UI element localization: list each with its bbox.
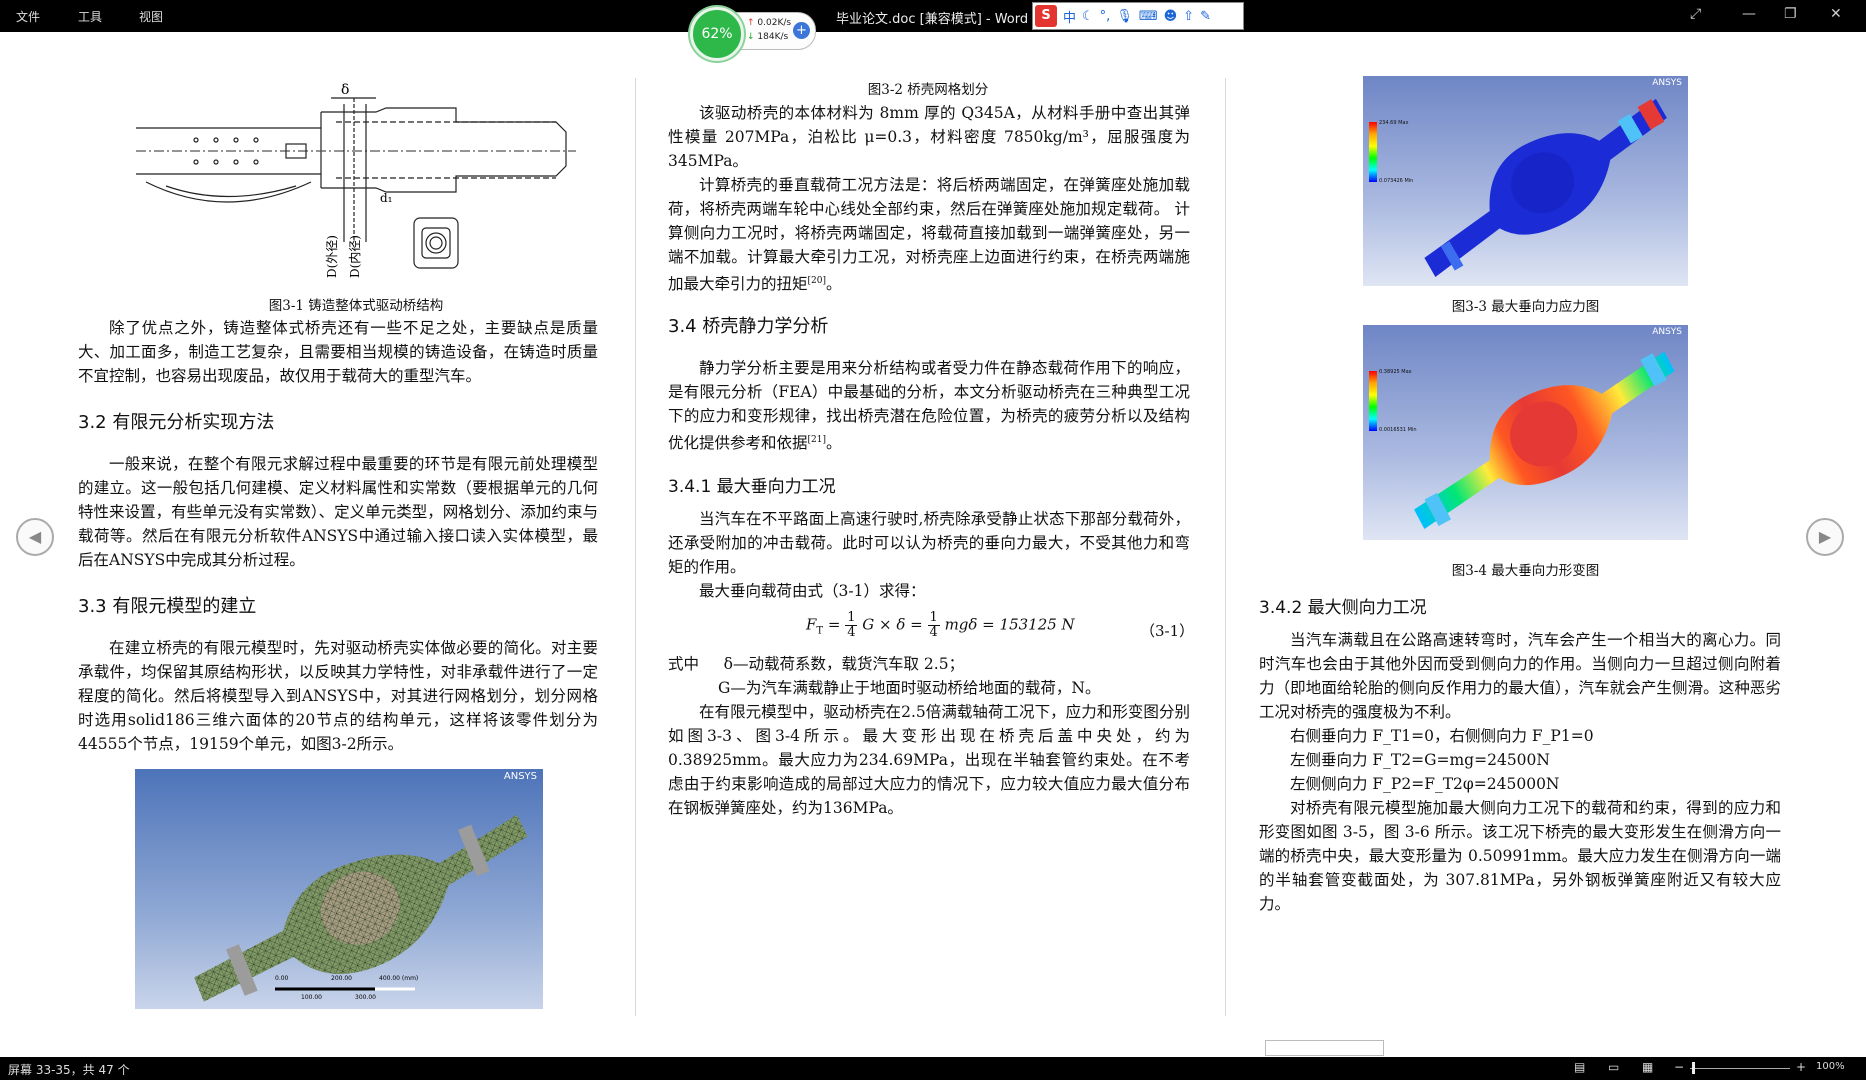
network-gauge[interactable]: 62% (690, 7, 744, 61)
col2-paragraph-4: 当汽车在不平路面上高速行驶时,桥壳除承受静止状态下那部分载荷外，还承受附加的冲击… (668, 510, 1190, 576)
speed-plus-button[interactable]: + (793, 22, 810, 39)
col3-force-line-3: 左侧侧向力 F_P2=F_T2φ=245000N (1290, 775, 1560, 793)
figure-3-3-caption: 图3-3 最大垂向力应力图 (1451, 299, 1600, 315)
restore-icon[interactable]: ⤢ (1690, 6, 1701, 22)
col3-force-line-1: 右侧垂向力 F_T1=0，右侧侧向力 F_P1=0 (1290, 727, 1594, 745)
title-bar: 文件 工具 视图 毕业论文.doc [兼容模式] - Word ⤢ — ❐ ✕ (0, 0, 1866, 32)
column-divider-2 (1225, 78, 1226, 1016)
menu-view[interactable]: 视图 (139, 8, 163, 25)
minimize-icon[interactable]: — (1742, 6, 1756, 22)
download-speed: ↓ 184K/s (747, 32, 789, 42)
heading-3-4: 3.4 桥壳静力学分析 (668, 316, 829, 337)
zoom-slider[interactable] (1690, 1068, 1790, 1069)
figure-3-4-deformation-image: ANSYS 0.38925 Max 0.0016531 Min (1363, 325, 1688, 540)
figure-3-2-mesh-image: ANSYS 0.00 200.00 400.00 (mm) 100.00 300… (135, 769, 543, 1009)
col1-paragraph-2: 一般来说，在整个有限元求解过程中最重要的环节是有限元前处理模型的建立。这一般包括… (78, 455, 598, 569)
zoom-in-icon[interactable]: + (1796, 1060, 1806, 1074)
moon-icon[interactable]: ☾ (1082, 9, 1094, 24)
horizontal-scroll-thumb[interactable] (1265, 1040, 1384, 1056)
ime-toolbar: S 中 ☾ °, 🎙 ⌨ ☻ ⇧ ✎ (1032, 2, 1244, 30)
close-icon[interactable]: ✕ (1830, 6, 1842, 22)
mesh-scale-2: 400.00 (mm) (379, 975, 419, 982)
zoom-out-icon[interactable]: − (1674, 1060, 1684, 1074)
inner-diameter-label: D(内径) (348, 235, 362, 278)
figure-3-1-caption: 图3-1 铸造整体式驱动桥结构 (268, 298, 444, 314)
col1-paragraph-1: 除了优点之外，铸造整体式桥壳还有一些不足之处，主要缺点是质量大、加工面多，制造工… (78, 319, 598, 385)
punctuation-icon[interactable]: °, (1100, 9, 1111, 24)
col1-paragraph-3: 在建立桥壳的有限元模型时，先对驱动桥壳实体做必要的简化。对主要承载件，均保留其原… (78, 639, 598, 753)
col2-paragraph-2: 计算桥壳的垂直载荷工况方法是：将后桥两端固定，在弹簧座处施加载荷，将桥壳两端车轮… (668, 176, 1190, 294)
page-info: 屏幕 33-35，共 47 个 (8, 1063, 130, 1077)
window-title: 毕业论文.doc [兼容模式] - Word (836, 12, 1029, 27)
col3-paragraph-1: 当汽车满载且在公路高速转弯时，汽车会产生一个相当大的离心力。同时汽车也会由于其他… (1259, 631, 1781, 721)
mesh-scale-4: 300.00 (355, 994, 376, 1001)
print-layout-icon[interactable]: ▭ (1608, 1060, 1619, 1074)
formula-3-1: FT = 14 G × δ = 14 mgδ = 153125 N (806, 610, 1075, 640)
maximize-icon[interactable]: ❐ (1784, 6, 1797, 22)
heading-3-4-1: 3.4.1 最大垂向力工况 (668, 477, 836, 497)
col3-force-line-2: 左侧垂向力 F_T2=G=mg=24500N (1290, 751, 1550, 769)
zoom-slider-thumb[interactable] (1692, 1062, 1695, 1074)
figure-3-1-drawing: δ d₁ D(外径) D(内径) (136, 82, 576, 278)
zoom-level[interactable]: 100% (1816, 1061, 1845, 1072)
where-line-1: 式中 δ—动载荷系数，载货汽车取 2.5； (668, 655, 965, 673)
menu-tools[interactable]: 工具 (78, 8, 102, 25)
heading-3-2: 3.2 有限元分析实现方法 (78, 412, 275, 433)
figure-3-4-caption: 图3-4 最大垂向力形变图 (1451, 563, 1600, 579)
heading-3-3: 3.3 有限元模型的建立 (78, 596, 257, 617)
col2-paragraph-5: 最大垂向载荷由式（3-1）求得： (699, 582, 926, 600)
status-bar: 屏幕 33-35，共 47 个 ▤ ▭ ▦ − + 100% (0, 1057, 1866, 1080)
sogou-logo-icon[interactable]: S (1035, 5, 1057, 27)
heading-3-4-2: 3.4.2 最大侧向力工况 (1259, 598, 1427, 618)
upload-icon[interactable]: ⇧ (1183, 9, 1194, 24)
wrench-icon[interactable]: ✎ (1200, 9, 1211, 24)
microphone-icon[interactable]: 🎙 (1116, 9, 1133, 24)
where-line-2: G—为汽车满载静止于地面时驱动桥给地面的载荷，N。 (718, 679, 1101, 697)
col2-paragraph-6: 在有限元模型中，驱动桥壳在2.5倍满载轴荷工况下，应力和形变图分别如图3-3、图… (668, 703, 1190, 817)
formula-number: （3-1） (1140, 622, 1195, 640)
mesh-scale-3: 100.00 (301, 994, 322, 1001)
upload-speed: ↑ 0.02K/s (747, 18, 792, 28)
col2-paragraph-3: 静力学分析主要是用来分析结构或者受力件在静态载荷作用下的响应，是有限元分析（FE… (668, 359, 1190, 453)
ime-mode[interactable]: 中 (1063, 7, 1076, 26)
next-page-button[interactable]: ▶ (1806, 518, 1844, 556)
outer-diameter-label: D(外径) (325, 235, 339, 278)
read-mode-icon[interactable]: ▤ (1574, 1060, 1585, 1074)
figure-3-3-stress-image: ANSYS 234.69 Max 0.073426 Min (1363, 76, 1688, 286)
previous-page-button[interactable]: ◀ (16, 518, 54, 556)
web-layout-icon[interactable]: ▦ (1642, 1060, 1653, 1074)
d1-label: d₁ (380, 191, 393, 205)
menu-file[interactable]: 文件 (16, 8, 40, 25)
skin-icon[interactable]: ☻ (1164, 9, 1178, 24)
mesh-scale-0: 0.00 (275, 975, 289, 982)
mesh-scale-1: 200.00 (331, 975, 352, 982)
column-divider-1 (635, 78, 636, 1016)
col2-paragraph-1: 该驱动桥壳的本体材料为 8mm 厚的 Q345A，从材料手册中查出其弹性模量 2… (668, 104, 1190, 170)
keyboard-icon[interactable]: ⌨ (1139, 9, 1158, 24)
figure-3-2-caption: 图3-2 桥壳网格划分 (867, 82, 989, 98)
delta-label: δ (341, 82, 349, 98)
col3-paragraph-2: 对桥壳有限元模型施加最大侧向力工况下的载荷和约束，得到的应力和形变图如图 3-5… (1259, 799, 1781, 913)
